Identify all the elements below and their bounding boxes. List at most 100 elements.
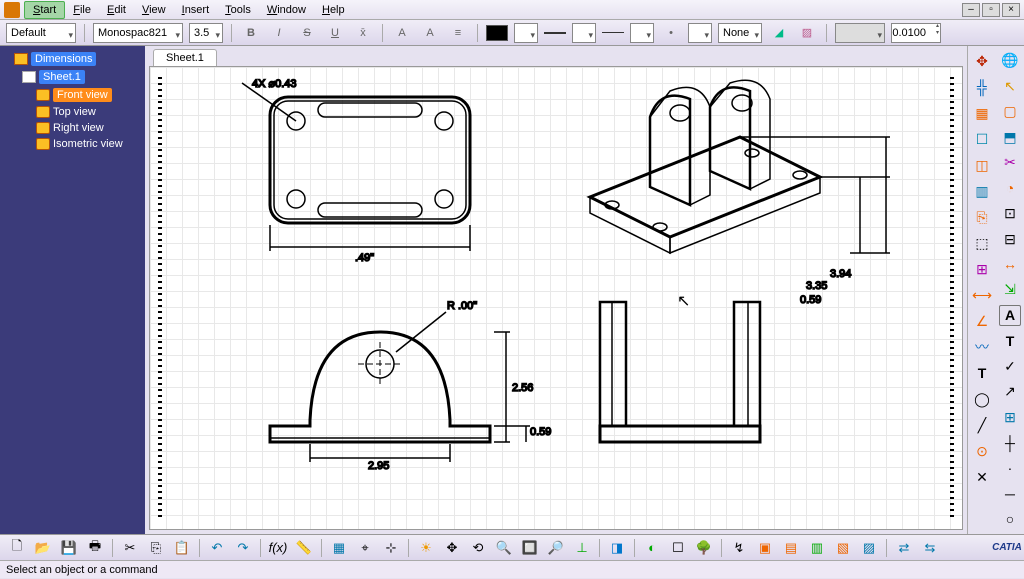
compass-icon[interactable]: ✥: [971, 50, 993, 72]
opt5-icon[interactable]: ▨: [858, 537, 880, 559]
menu-tools[interactable]: Tools: [217, 2, 259, 18]
cut-icon[interactable]: ✂: [119, 537, 141, 559]
text2-icon[interactable]: T: [999, 330, 1021, 351]
undo-icon[interactable]: ↶: [206, 537, 228, 559]
menu-help[interactable]: Help: [314, 2, 353, 18]
strike-button[interactable]: S: [296, 22, 318, 44]
menu-file[interactable]: File: [65, 2, 99, 18]
linetype-combo[interactable]: [572, 23, 596, 43]
justify-button[interactable]: ≡: [447, 22, 469, 44]
window-minimize-button[interactable]: –: [962, 3, 980, 17]
show-icon[interactable]: ☐: [667, 537, 689, 559]
tree-root-node[interactable]: Dimensions: [14, 50, 141, 68]
sun-icon[interactable]: ☀: [415, 537, 437, 559]
crc-icon[interactable]: ○: [999, 508, 1021, 529]
gen-icon[interactable]: ↯: [728, 537, 750, 559]
pick-icon[interactable]: ⌖: [354, 537, 376, 559]
menu-start[interactable]: Start: [24, 1, 65, 19]
menu-view[interactable]: View: [134, 2, 174, 18]
paste-icon[interactable]: 📋: [171, 537, 193, 559]
tree-icon[interactable]: 🌳: [693, 537, 715, 559]
pan-icon[interactable]: ✥: [441, 537, 463, 559]
sheet-tab[interactable]: Sheet.1: [153, 49, 217, 66]
table-icon[interactable]: ⊞: [999, 407, 1021, 428]
hide-icon[interactable]: ◐: [641, 537, 663, 559]
tree-view-iso[interactable]: Isometric view: [36, 136, 141, 152]
hatch-button[interactable]: ▨: [796, 22, 818, 44]
tool-b-icon[interactable]: ▥: [971, 180, 993, 202]
superscript-button[interactable]: A: [391, 22, 413, 44]
opt2-icon[interactable]: ▤: [780, 537, 802, 559]
sketch-icon[interactable]: ☐: [971, 128, 993, 150]
fx-icon[interactable]: f(x): [267, 537, 289, 559]
annot-icon[interactable]: A: [999, 305, 1021, 327]
opt3-icon[interactable]: ▥: [806, 537, 828, 559]
point-style-button[interactable]: •: [660, 22, 682, 44]
drawing-sheet[interactable]: ↖: [149, 66, 963, 530]
curve-icon[interactable]: 〰: [971, 336, 993, 358]
window-restore-button[interactable]: ▫: [982, 3, 1000, 17]
tree-view-right[interactable]: Right view: [36, 120, 141, 136]
circle-icon[interactable]: ⊙: [971, 440, 993, 462]
tool-e-icon[interactable]: ⊞: [971, 258, 993, 280]
project-icon[interactable]: ⬒: [999, 126, 1021, 147]
detail-icon[interactable]: ◔: [999, 177, 1021, 198]
tool-c-icon[interactable]: ⎘: [971, 206, 993, 228]
window-close-button[interactable]: ×: [1002, 3, 1020, 17]
axis-icon[interactable]: ╬: [971, 76, 993, 98]
t2-icon[interactable]: ⇲: [999, 279, 1021, 300]
underline-button[interactable]: U: [324, 22, 346, 44]
italic-button[interactable]: I: [268, 22, 290, 44]
globe-icon[interactable]: 🌐: [999, 50, 1021, 71]
clip-icon[interactable]: ⊡: [999, 203, 1021, 224]
tree-view-front[interactable]: Front view: [36, 86, 141, 104]
menu-insert[interactable]: Insert: [174, 2, 218, 18]
measure-icon[interactable]: 📏: [293, 537, 315, 559]
link2-icon[interactable]: ⇆: [919, 537, 941, 559]
normal-icon[interactable]: ⊥: [571, 537, 593, 559]
rough-icon[interactable]: ✓: [999, 356, 1021, 377]
break-icon[interactable]: ⊟: [999, 228, 1021, 249]
section-icon[interactable]: ✂: [999, 152, 1021, 173]
render-style-combo[interactable]: None: [718, 23, 762, 43]
fill-color-combo[interactable]: [514, 23, 538, 43]
dim2-icon[interactable]: ↔: [999, 254, 1021, 275]
zoom-fit-icon[interactable]: 🔲: [519, 537, 541, 559]
iso-view-icon[interactable]: ◨: [606, 537, 628, 559]
rotate-icon[interactable]: ⟲: [467, 537, 489, 559]
angle-icon[interactable]: ∠: [971, 310, 993, 332]
fill-color-button[interactable]: [486, 22, 508, 44]
specification-tree[interactable]: Dimensions Sheet.1 Front view Top view R…: [0, 46, 145, 534]
tool-a-icon[interactable]: ◫: [971, 154, 993, 176]
newview-icon[interactable]: ▢: [999, 101, 1021, 122]
line-icon[interactable]: ╱: [971, 414, 993, 436]
snap-icon[interactable]: ⊹: [380, 537, 402, 559]
zoom-out-icon[interactable]: 🔎: [545, 537, 567, 559]
pt-icon[interactable]: ·: [999, 458, 1021, 479]
tool-d-icon[interactable]: ⬚: [971, 232, 993, 254]
axis2-icon[interactable]: ┼: [999, 432, 1021, 453]
copy-icon[interactable]: ⎘: [145, 537, 167, 559]
numeric-input[interactable]: 0.0100: [891, 23, 941, 43]
bold-button[interactable]: B: [240, 22, 262, 44]
grid-icon[interactable]: ▦: [971, 102, 993, 124]
link1-icon[interactable]: ⇄: [893, 537, 915, 559]
point-style-combo[interactable]: [688, 23, 712, 43]
ln-icon[interactable]: ─: [999, 483, 1021, 504]
overline-button[interactable]: x̄: [352, 22, 374, 44]
save-icon[interactable]: 💾: [58, 537, 80, 559]
menu-edit[interactable]: Edit: [99, 2, 134, 18]
text-icon[interactable]: T: [971, 362, 993, 384]
opt1-icon[interactable]: ▣: [754, 537, 776, 559]
point-icon[interactable]: ✕: [971, 466, 993, 488]
zoom-in-icon[interactable]: 🔍: [493, 537, 515, 559]
weld-icon[interactable]: ↗: [999, 381, 1021, 402]
tree-view-top[interactable]: Top view: [36, 104, 141, 120]
style-combo[interactable]: Default: [6, 23, 76, 43]
balloon-icon[interactable]: ◯: [971, 388, 993, 410]
lineweight-combo[interactable]: [630, 23, 654, 43]
layer-button[interactable]: ◢: [768, 22, 790, 44]
grid-toggle-icon[interactable]: ▦: [328, 537, 350, 559]
redo-icon[interactable]: ↷: [232, 537, 254, 559]
lineweight-button[interactable]: [602, 22, 624, 44]
